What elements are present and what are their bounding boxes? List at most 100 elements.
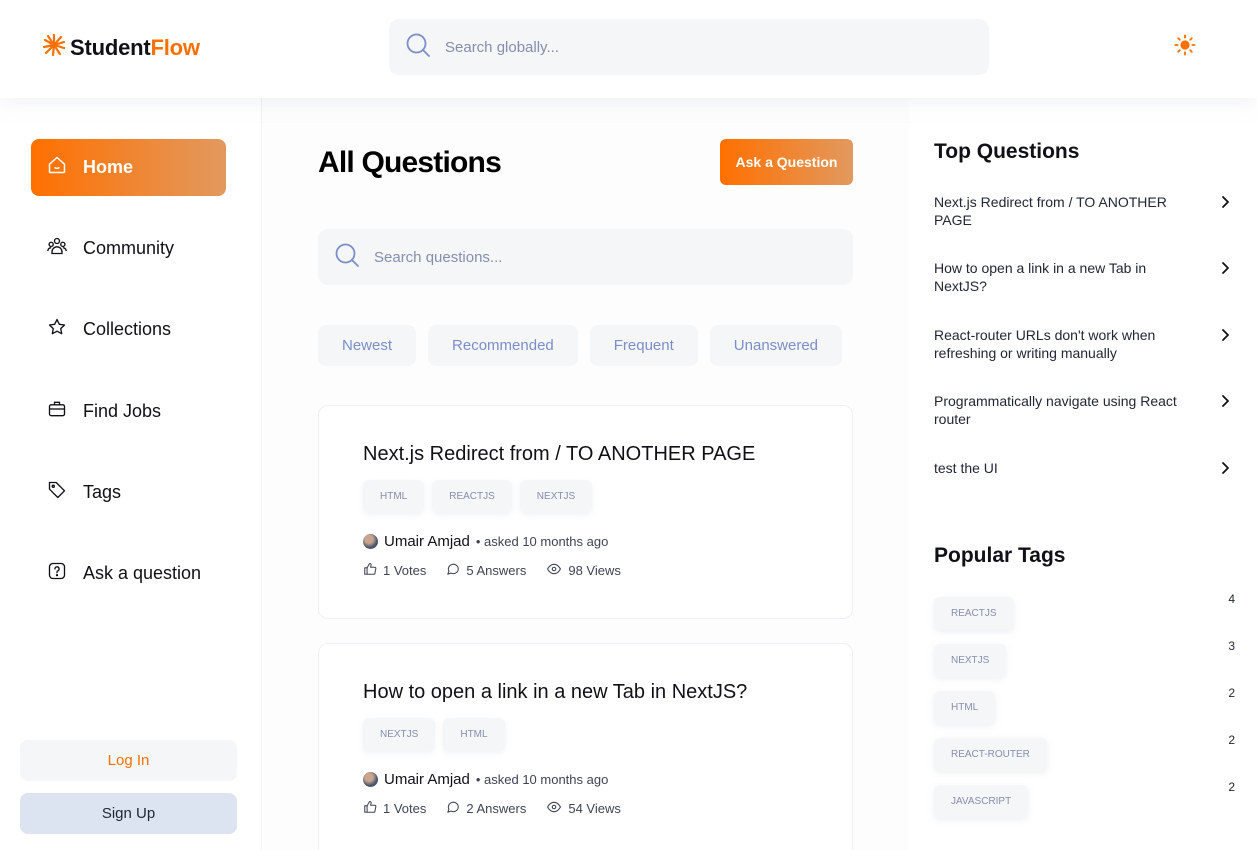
ask-question-button[interactable]: Ask a Question <box>720 139 853 185</box>
filter-frequent[interactable]: Frequent <box>589 325 698 366</box>
filter-recommended[interactable]: Recommended <box>428 325 578 366</box>
question-tags: HTML REACTJS NEXTJS <box>363 480 808 513</box>
top-question-item[interactable]: How to open a link in a new Tab in NextJ… <box>934 259 1234 295</box>
chevron-right-icon <box>1218 326 1234 349</box>
avatar[interactable] <box>363 772 378 787</box>
filter-newest[interactable]: Newest <box>318 325 417 366</box>
filter-tabs: Newest Recommended Frequent Unanswered <box>318 325 843 366</box>
author-name[interactable]: Umair Amjad <box>384 771 470 788</box>
popular-tags-title: Popular Tags <box>934 544 1066 567</box>
login-button[interactable]: Log In <box>20 740 237 781</box>
popular-tag-item: REACT-ROUTER 2 <box>934 733 1235 771</box>
popular-tag-item: JAVASCRIPT 2 <box>934 780 1235 818</box>
message-icon <box>446 562 460 579</box>
top-question-item[interactable]: test the UI <box>934 459 1234 482</box>
avatar[interactable] <box>363 534 378 549</box>
question-icon <box>47 561 67 586</box>
question-title[interactable]: Next.js Redirect from / TO ANOTHER PAGE <box>363 442 808 466</box>
nav-item-home[interactable]: Home <box>31 139 226 196</box>
message-icon <box>446 800 460 817</box>
votes-stat: 1 Votes <box>363 562 426 579</box>
question-stats: 1 Votes 5 Answers 98 Views <box>363 562 808 579</box>
top-question-item[interactable]: React-router URLs don't work when refres… <box>934 326 1234 362</box>
asked-time: • asked 10 months ago <box>475 534 609 549</box>
tag-count: 2 <box>1228 733 1235 747</box>
views-count: 54 Views <box>568 801 621 816</box>
tag-count: 2 <box>1228 780 1235 794</box>
left-sidebar: Home Community Collections Find Jobs Tag… <box>0 98 262 850</box>
nav-item-ask-question[interactable]: Ask a question <box>31 545 226 602</box>
local-search-input[interactable] <box>374 248 814 266</box>
tag-chip[interactable]: NEXTJS <box>363 718 436 751</box>
star-icon <box>47 317 67 342</box>
thumbs-up-icon <box>363 800 377 817</box>
top-question-text: Next.js Redirect from / TO ANOTHER PAGE <box>934 194 1167 228</box>
logo-icon <box>42 33 66 62</box>
author-name[interactable]: Umair Amjad <box>384 533 470 550</box>
local-search[interactable] <box>318 229 853 285</box>
tag-count: 2 <box>1228 686 1235 700</box>
tag-icon <box>47 480 67 505</box>
question-stats: 1 Votes 2 Answers 54 Views <box>363 800 808 817</box>
nav-label-home: Home <box>83 157 134 177</box>
nav-item-collections[interactable]: Collections <box>31 301 226 358</box>
top-question-item[interactable]: Next.js Redirect from / TO ANOTHER PAGE <box>934 193 1234 229</box>
tag-chip[interactable]: HTML <box>934 691 996 724</box>
answers-count: 2 Answers <box>466 801 527 816</box>
answers-stat: 2 Answers <box>446 800 526 817</box>
page-title: All Questions <box>318 146 502 179</box>
logo-text: StudentFlow <box>70 34 200 60</box>
main-content: All Questions Ask a Question Newest Reco… <box>262 98 910 850</box>
nav-label-collections: Collections <box>83 319 172 339</box>
votes-count: 1 Votes <box>383 563 427 578</box>
logo[interactable]: StudentFlow <box>42 33 200 62</box>
top-question-item[interactable]: Programmatically navigate using React ro… <box>934 392 1234 428</box>
tag-count: 4 <box>1228 592 1235 606</box>
eye-icon <box>546 800 562 817</box>
tag-chip[interactable]: REACT-ROUTER <box>934 738 1047 771</box>
search-icon <box>334 242 360 273</box>
tag-chip[interactable]: HTML <box>363 480 425 513</box>
nav-label-community: Community <box>83 238 175 258</box>
views-stat: 98 Views <box>546 562 621 579</box>
home-icon <box>47 155 67 180</box>
tag-chip[interactable]: NEXTJS <box>519 480 593 513</box>
votes-stat: 1 Votes <box>363 800 426 817</box>
nav-item-community[interactable]: Community <box>31 220 226 277</box>
nav-item-find-jobs[interactable]: Find Jobs <box>31 383 226 440</box>
global-search-input[interactable] <box>445 38 945 56</box>
eye-icon <box>546 562 562 579</box>
nav-label-ask-question: Ask a question <box>83 563 202 583</box>
chevron-right-icon <box>1218 459 1234 482</box>
question-card: Next.js Redirect from / TO ANOTHER PAGE … <box>318 405 853 619</box>
chevron-right-icon <box>1218 259 1234 282</box>
global-search[interactable] <box>389 19 989 75</box>
sun-icon <box>1174 33 1196 61</box>
votes-count: 1 Votes <box>383 801 427 816</box>
tag-chip[interactable]: REACTJS <box>432 480 512 513</box>
top-question-text: React-router URLs don't work when refres… <box>934 327 1156 361</box>
popular-tag-item: REACTJS 4 <box>934 592 1235 630</box>
author-row: Umair Amjad • asked 10 months ago <box>363 533 808 550</box>
answers-count: 5 Answers <box>466 563 527 578</box>
views-count: 98 Views <box>568 563 621 578</box>
theme-toggle[interactable] <box>1172 33 1198 61</box>
signup-button[interactable]: Sign Up <box>20 793 237 834</box>
asked-time: • asked 10 months ago <box>475 772 609 787</box>
filter-unanswered[interactable]: Unanswered <box>709 325 843 366</box>
top-question-text: How to open a link in a new Tab in NextJ… <box>934 260 1147 294</box>
nav-item-tags[interactable]: Tags <box>31 464 226 521</box>
search-icon <box>405 32 431 63</box>
popular-tag-item: HTML 2 <box>934 686 1235 724</box>
tag-chip[interactable]: JAVASCRIPT <box>934 785 1029 818</box>
top-question-text: Programmatically navigate using React ro… <box>934 393 1177 427</box>
author-row: Umair Amjad • asked 10 months ago <box>363 771 808 788</box>
thumbs-up-icon <box>363 562 377 579</box>
popular-tag-item: NEXTJS 3 <box>934 639 1235 677</box>
question-card: How to open a link in a new Tab in NextJ… <box>318 643 853 850</box>
question-title[interactable]: How to open a link in a new Tab in NextJ… <box>363 680 808 704</box>
tag-chip[interactable]: NEXTJS <box>934 644 1007 677</box>
tag-chip[interactable]: HTML <box>443 718 505 751</box>
tag-chip[interactable]: REACTJS <box>934 597 1014 630</box>
chevron-right-icon <box>1218 392 1234 415</box>
